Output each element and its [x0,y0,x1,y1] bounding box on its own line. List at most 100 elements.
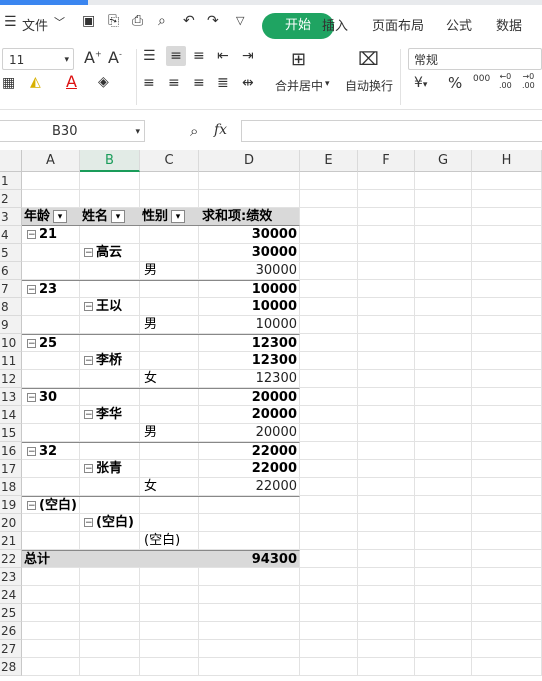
row-header[interactable]: 4 [0,226,22,244]
justify-icon[interactable]: ≣ [217,75,229,91]
cell[interactable] [415,640,472,658]
cell[interactable] [140,190,199,208]
cell[interactable] [358,622,415,640]
cell[interactable] [358,262,415,280]
cell[interactable] [415,442,472,460]
distributed-align-icon[interactable]: ⇹ [242,75,254,91]
align-left-icon[interactable]: ≡ [143,75,155,91]
column-header-a[interactable]: A [22,150,80,172]
cell[interactable] [415,298,472,316]
column-header-g[interactable]: G [415,150,472,172]
cell[interactable] [300,514,358,532]
row-header[interactable]: 21 [0,532,22,550]
cell[interactable] [22,658,80,676]
cell[interactable] [415,514,472,532]
thousands-separator-icon[interactable]: 000 [473,74,490,84]
export-icon[interactable]: ⎘ [108,13,119,29]
align-top-icon[interactable]: ☰ [143,48,156,64]
cell[interactable] [22,604,80,622]
tab-data[interactable]: 数据 [496,15,522,34]
cell[interactable] [300,388,358,406]
cell[interactable] [415,280,472,298]
cell[interactable] [472,244,542,262]
collapse-toggle-icon[interactable]: − [84,518,93,528]
cell[interactable] [358,190,415,208]
formula-input[interactable] [241,120,542,142]
row-header[interactable]: 28 [0,658,22,676]
font-grow-icon[interactable]: A+ [84,48,102,67]
cell[interactable] [472,460,542,478]
cell[interactable] [300,586,358,604]
cell[interactable] [472,280,542,298]
row-header[interactable]: 18 [0,478,22,496]
cell[interactable] [300,226,358,244]
row-header[interactable]: 7 [0,280,22,298]
cell[interactable] [358,478,415,496]
cell[interactable] [358,658,415,676]
cell[interactable] [300,622,358,640]
row-header[interactable]: 13 [0,388,22,406]
cell[interactable] [358,460,415,478]
cell[interactable] [358,226,415,244]
cell[interactable] [300,352,358,370]
cell[interactable] [415,208,472,226]
filter-dropdown-icon[interactable]: ▾ [171,210,186,223]
cell[interactable] [472,514,542,532]
row-header[interactable]: 20 [0,514,22,532]
row-header[interactable]: 16 [0,442,22,460]
cell[interactable] [358,568,415,586]
cell[interactable] [22,190,80,208]
row-header[interactable]: 5 [0,244,22,262]
chevron-down-icon[interactable]: ▾ [325,79,330,89]
collapse-toggle-icon[interactable]: − [27,501,36,511]
border-icon[interactable]: ▦ [2,75,15,91]
align-right-icon[interactable]: ≡ [193,75,205,91]
cell[interactable] [472,334,542,352]
cell[interactable] [358,586,415,604]
collapse-toggle-icon[interactable]: − [27,285,36,295]
increase-decimal-icon[interactable]: ←0.00 [499,72,512,90]
row-header[interactable]: 24 [0,586,22,604]
cell[interactable] [358,316,415,334]
wrap-text-icon[interactable]: ⌧ [358,49,379,70]
row-header[interactable]: 14 [0,406,22,424]
font-shrink-icon[interactable]: A- [108,48,122,67]
row-header[interactable]: 25 [0,604,22,622]
undo-icon[interactable]: ↶ [183,13,195,29]
column-header-c[interactable]: C [140,150,199,172]
cell[interactable] [300,208,358,226]
cell[interactable] [472,604,542,622]
cell[interactable] [358,280,415,298]
cell[interactable] [415,352,472,370]
collapse-toggle-icon[interactable]: − [84,302,93,312]
cell[interactable] [415,658,472,676]
collapse-toggle-icon[interactable]: − [84,356,93,366]
chevron-down-icon[interactable]: ▾ [135,121,140,143]
cell[interactable] [415,334,472,352]
cell[interactable] [472,586,542,604]
cell[interactable] [415,388,472,406]
collapse-toggle-icon[interactable]: − [27,230,36,240]
align-center-icon[interactable]: ≡ [168,75,180,91]
row-header[interactable]: 2 [0,190,22,208]
cell[interactable] [358,208,415,226]
cell[interactable] [358,640,415,658]
cell[interactable] [415,424,472,442]
print-preview-icon[interactable]: ⌕ [158,13,166,29]
cell[interactable] [300,550,358,568]
cell[interactable] [140,586,199,604]
cell[interactable] [415,478,472,496]
cell[interactable] [22,586,80,604]
cell[interactable] [140,658,199,676]
cell[interactable] [415,226,472,244]
cell[interactable] [22,640,80,658]
row-header[interactable]: 27 [0,640,22,658]
cell[interactable] [472,352,542,370]
cell[interactable] [300,442,358,460]
row-header[interactable]: 19 [0,496,22,514]
column-header-f[interactable]: F [358,150,415,172]
column-header-b[interactable]: B [80,150,140,172]
row-header[interactable]: 15 [0,424,22,442]
cell[interactable] [415,244,472,262]
cell[interactable] [80,586,140,604]
